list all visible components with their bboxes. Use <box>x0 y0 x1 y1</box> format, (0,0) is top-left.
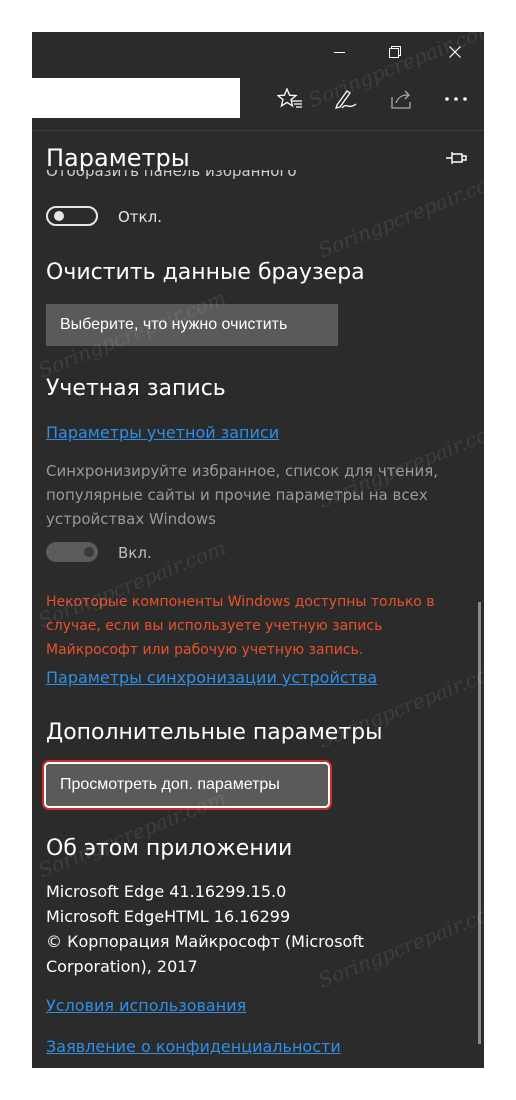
minimize-button[interactable] <box>316 32 362 72</box>
title-bar <box>32 32 484 74</box>
choose-what-to-clear-button[interactable]: Выберите, что нужно очистить <box>46 304 338 346</box>
about-heading: Об этом приложении <box>46 836 293 861</box>
share-button[interactable] <box>380 78 424 120</box>
edgehtml-version: Microsoft EdgeHTML 16.16299 <box>46 907 291 926</box>
scrollbar[interactable] <box>478 602 481 1044</box>
sync-description: Синхронизируйте избранное, список для чт… <box>46 462 438 528</box>
sync-toggle-label: Вкл. <box>118 544 152 562</box>
pin-icon <box>446 152 467 164</box>
favorites-bar-toggle[interactable] <box>46 206 98 226</box>
favorites-hub-button[interactable] <box>268 78 312 120</box>
panel-title: Параметры <box>46 144 190 172</box>
device-sync-settings-link[interactable]: Параметры синхронизации устройства <box>46 668 377 687</box>
edge-version: Microsoft Edge 41.16299.15.0 <box>46 882 287 901</box>
clear-data-heading: Очистить данные браузера <box>46 260 365 285</box>
toolbar-divider <box>32 130 484 131</box>
edge-window: Параметры Отобразить панель избранного О… <box>32 32 484 1068</box>
web-note-button[interactable] <box>324 78 368 120</box>
favorites-bar-setting-label: Отобразить панель избранного <box>46 170 297 180</box>
pin-button[interactable] <box>444 146 468 170</box>
more-button[interactable] <box>434 78 478 120</box>
sync-toggle <box>46 542 98 562</box>
copyright-line-1: © Корпорация Майкрософт (Microsoft <box>46 932 364 951</box>
privacy-statement-link[interactable]: Заявление о конфиденциальности <box>46 1037 341 1056</box>
advanced-heading: Дополнительные параметры <box>46 720 383 745</box>
minimize-icon <box>333 51 345 53</box>
share-icon <box>391 90 411 109</box>
restore-icon <box>389 46 401 58</box>
favorites-bar-toggle-label: Откл. <box>118 208 162 226</box>
account-heading: Учетная запись <box>46 376 226 401</box>
terms-of-use-link[interactable]: Условия использования <box>46 996 246 1015</box>
watermark: Soringpcrepair.com <box>314 165 484 263</box>
view-advanced-settings-button[interactable]: Просмотреть доп. параметры <box>46 764 328 806</box>
address-bar[interactable] <box>32 78 240 118</box>
more-icon <box>445 97 467 101</box>
browser-toolbar <box>32 74 484 126</box>
about-info: Microsoft Edge 41.16299.15.0 Microsoft E… <box>46 879 466 979</box>
account-warning: Некоторые компоненты Windows доступны то… <box>46 594 435 658</box>
pen-icon <box>335 90 357 109</box>
close-button[interactable] <box>432 32 478 72</box>
restore-button[interactable] <box>372 32 418 72</box>
account-settings-link[interactable]: Параметры учетной записи <box>46 423 279 442</box>
close-icon <box>449 46 461 58</box>
copyright-line-2: Corporation), 2017 <box>46 957 198 976</box>
favorites-star-icon <box>277 88 302 108</box>
